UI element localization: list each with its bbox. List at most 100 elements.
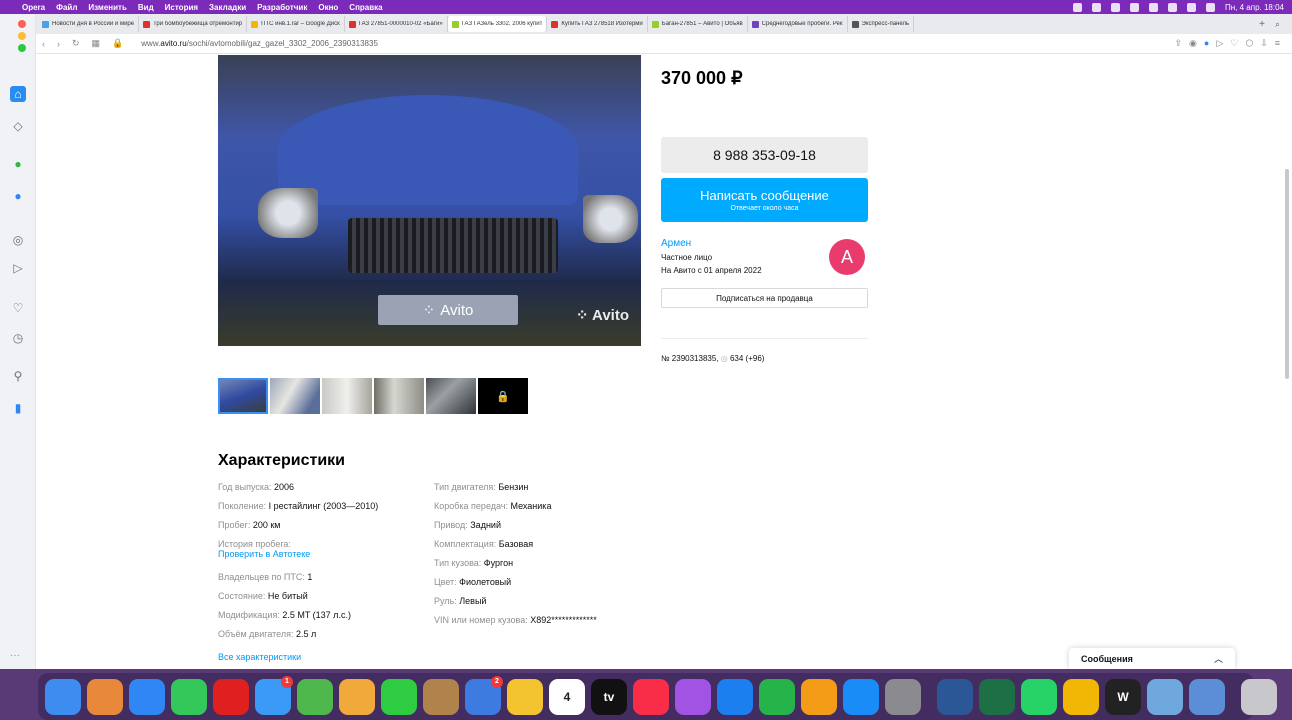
send-icon[interactable]: ▷ bbox=[10, 260, 26, 276]
contacts-icon[interactable] bbox=[423, 678, 459, 715]
menu-developer[interactable]: Разработчик bbox=[257, 3, 307, 12]
menu-edit[interactable]: Изменить bbox=[88, 3, 126, 12]
forward-icon[interactable]: › bbox=[51, 39, 66, 49]
easy-setup-icon[interactable]: ≡ bbox=[1275, 38, 1280, 49]
photos-icon[interactable] bbox=[339, 678, 375, 715]
history-clock-icon[interactable]: ◷ bbox=[10, 330, 26, 346]
calendar-icon[interactable]: 4 bbox=[549, 678, 585, 715]
show-phone-button[interactable]: 8 988 353-09-18 bbox=[661, 137, 868, 173]
maps-icon[interactable] bbox=[297, 678, 333, 715]
extensions-cube-icon[interactable]: ⬡ bbox=[1245, 38, 1253, 49]
music-icon[interactable] bbox=[633, 678, 669, 715]
control-center-icon[interactable] bbox=[1206, 2, 1216, 12]
home-icon[interactable]: ⌂ bbox=[10, 86, 26, 102]
share-icon[interactable]: ⇪ bbox=[1174, 38, 1182, 49]
status-tray-icon[interactable] bbox=[1073, 2, 1083, 12]
new-tab-button[interactable]: + bbox=[1249, 19, 1275, 30]
browser-tab[interactable]: ГАЗ 27851-0000010-02 «Баги» bbox=[345, 16, 448, 32]
back-icon[interactable]: ‹ bbox=[36, 39, 51, 49]
keynote-icon[interactable] bbox=[717, 678, 753, 715]
status-tray-icon[interactable] bbox=[1092, 2, 1102, 12]
close-window-button[interactable] bbox=[18, 20, 26, 28]
snapshot-icon[interactable]: ◉ bbox=[1189, 38, 1197, 49]
excel-icon[interactable] bbox=[979, 678, 1015, 715]
reload-icon[interactable]: ↻ bbox=[66, 38, 86, 49]
bookmarks-heart-icon[interactable]: ♡ bbox=[10, 300, 26, 316]
messages-icon[interactable] bbox=[171, 678, 207, 715]
sidebar-more-icon[interactable]: ··· bbox=[10, 650, 20, 661]
browser-tab[interactable]: Среднегодовые пробеги. Рек bbox=[748, 16, 848, 32]
menubar-clock[interactable]: Пн, 4 апр. 18:04 bbox=[1225, 3, 1284, 12]
thumbnail-locked[interactable]: 🔒 bbox=[478, 378, 528, 414]
wifi-icon[interactable] bbox=[1168, 2, 1178, 12]
tab-search-icon[interactable]: ⌕ bbox=[1275, 19, 1292, 30]
browser-tab[interactable]: Экспресс-панель bbox=[848, 16, 915, 32]
menu-bookmarks[interactable]: Закладки bbox=[209, 3, 246, 12]
thumbnail[interactable] bbox=[374, 378, 424, 414]
status-tray-icon[interactable] bbox=[1130, 2, 1140, 12]
browser-tab[interactable]: Новости дня в России и мире bbox=[38, 16, 140, 32]
system-preferences-icon[interactable] bbox=[885, 678, 921, 715]
browser-tab[interactable]: Купить ГАЗ 278518 Изотерми bbox=[547, 16, 648, 32]
bluetooth-icon[interactable] bbox=[1149, 2, 1159, 12]
all-specs-link[interactable]: Все характеристики bbox=[218, 652, 301, 662]
finder-icon[interactable] bbox=[45, 678, 81, 715]
zoom-window-button[interactable] bbox=[18, 44, 26, 52]
opera-icon[interactable] bbox=[213, 678, 249, 715]
reminders-icon[interactable]: 2 bbox=[465, 675, 503, 715]
facetime-icon[interactable] bbox=[381, 678, 417, 715]
tv-icon[interactable]: tv bbox=[591, 678, 627, 715]
location-pin-icon[interactable]: ⚲ bbox=[10, 368, 26, 384]
launchpad-icon[interactable] bbox=[87, 678, 123, 715]
menu-view[interactable]: Вид bbox=[138, 3, 154, 12]
menu-history[interactable]: История bbox=[165, 3, 198, 12]
spotlight-search-icon[interactable] bbox=[1187, 2, 1197, 12]
safari-icon[interactable] bbox=[129, 678, 165, 715]
workspace-icon[interactable]: ◇ bbox=[10, 118, 26, 134]
main-listing-photo[interactable]: ⁘ Avito ⁘ Avito bbox=[218, 55, 641, 346]
menu-help[interactable]: Справка bbox=[349, 3, 382, 12]
thumbnail[interactable] bbox=[218, 378, 268, 414]
browser-tab[interactable]: ПТС инв.1.rar – Google Диск bbox=[247, 16, 345, 32]
word-icon[interactable] bbox=[937, 678, 973, 715]
browser-tab[interactable]: ГАЗ ГАЗель 3302, 2006 купит bbox=[447, 16, 548, 32]
seller-avatar[interactable]: A bbox=[829, 239, 865, 275]
podcasts-icon[interactable] bbox=[675, 678, 711, 715]
pages-icon[interactable] bbox=[801, 678, 837, 715]
screenshots-icon[interactable] bbox=[1189, 678, 1225, 715]
minimize-window-button[interactable] bbox=[18, 32, 26, 40]
numbers-icon[interactable] bbox=[759, 678, 795, 715]
write-message-button[interactable]: Написать сообщение Отвечает около часа bbox=[661, 178, 868, 222]
browser-tab[interactable]: Баган-27851 – Авито | Объяв bbox=[648, 16, 748, 32]
whatsapp-icon[interactable] bbox=[1021, 678, 1057, 715]
browser-tab[interactable]: Три бомбоубежища отремонтир bbox=[139, 16, 248, 32]
autoteka-check-link[interactable]: Проверить в Автотеке bbox=[218, 549, 378, 559]
player-icon[interactable]: ◎ bbox=[10, 232, 26, 248]
menu-file[interactable]: Файл bbox=[56, 3, 77, 12]
preview-icon[interactable] bbox=[1147, 678, 1183, 715]
whatsapp-sidebar-icon[interactable]: ● bbox=[10, 156, 26, 172]
menu-app-name[interactable]: Opera bbox=[22, 3, 45, 12]
notes-icon[interactable] bbox=[507, 678, 543, 715]
subscribe-seller-button[interactable]: Подписаться на продавца bbox=[661, 288, 868, 308]
bookmark-heart-icon[interactable]: ♡ bbox=[1230, 38, 1238, 49]
thumbnail[interactable] bbox=[322, 378, 372, 414]
messenger-sidebar-icon[interactable]: ● bbox=[10, 188, 26, 204]
seller-name-link[interactable]: Армен bbox=[661, 238, 691, 249]
flow-send-icon[interactable]: ▷ bbox=[1216, 38, 1223, 49]
trash-icon[interactable] bbox=[1241, 678, 1277, 715]
w-app-icon[interactable]: W bbox=[1105, 678, 1141, 715]
thumbnail[interactable] bbox=[426, 378, 476, 414]
chrome-icon[interactable] bbox=[1063, 678, 1099, 715]
page-scrollbar[interactable] bbox=[1285, 169, 1289, 379]
tabs-grid-icon[interactable]: ▦ bbox=[86, 38, 107, 49]
extension-icon[interactable]: ▮ bbox=[10, 400, 26, 416]
url-field[interactable]: www.avito.ru/sochi/avtomobili/gaz_gazel_… bbox=[141, 39, 378, 48]
menu-window[interactable]: Окно bbox=[318, 3, 338, 12]
messages-panel[interactable]: Сообщения ︿ bbox=[1069, 648, 1235, 669]
mail-icon[interactable]: 1 bbox=[255, 675, 293, 715]
status-tray-icon[interactable] bbox=[1111, 2, 1121, 12]
thumbnail[interactable] bbox=[270, 378, 320, 414]
vpn-shield-icon[interactable]: ● bbox=[1204, 38, 1209, 49]
app-store-icon[interactable] bbox=[843, 678, 879, 715]
